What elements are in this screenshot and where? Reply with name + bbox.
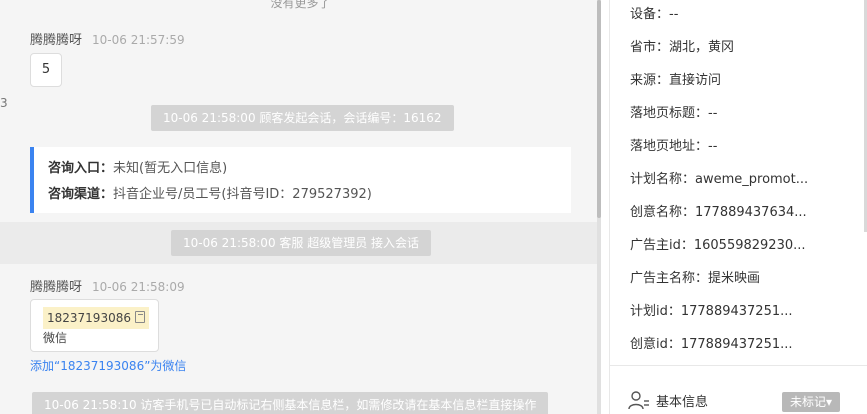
field-creative-id: 创意id：177889437251... (630, 337, 793, 352)
chat-pane[interactable]: 3 没有更多了 腾腾腾呀 10-06 21:57:59 5 10-06 21:58… (0, 0, 601, 414)
system-message: 10-06 21:58:00 客服 超级管理员 接入会话 (171, 230, 432, 256)
basic-info-header[interactable]: 基本信息 (628, 389, 708, 411)
consult-entry-value: 未知(暂无入口信息) (113, 161, 228, 176)
field-plan-id: 计划id：177889437251... (630, 304, 793, 319)
field-creative-name: 创意名称：177889437634... (630, 205, 807, 220)
message-bubble[interactable]: 5 (30, 53, 62, 87)
system-message: 10-06 21:58:00 顾客发起会话，会话编号：16162 (151, 105, 454, 131)
field-landing-url: 落地页地址：-- (630, 139, 718, 154)
consult-channel-row: 咨询渠道：抖音企业号/员工号(抖音号ID：279527392) (48, 182, 557, 208)
message-text: 5 (41, 62, 51, 77)
message-sender: 腾腾腾呀 10-06 21:58:09 (30, 276, 185, 295)
field-plan-name: 计划名称：aweme_promot... (630, 172, 809, 187)
copy-icon[interactable] (134, 311, 145, 323)
sender-name: 腾腾腾呀 (30, 280, 83, 295)
field-advertiser-id: 广告主id：160559829230... (630, 238, 806, 253)
sender-name: 腾腾腾呀 (30, 33, 83, 48)
phone-number[interactable]: 18237193086 (43, 307, 149, 329)
info-panel: 设备：-- 省市：湖北，黄冈 来源：直接访问 落地页标题：-- 落地页地址：--… (609, 0, 867, 414)
message-sender: 腾腾腾呀 10-06 21:57:59 (30, 29, 185, 48)
chat-scrollbar-thumb[interactable] (597, 0, 601, 218)
message-bubble[interactable]: 18237193086 微信 (30, 299, 159, 352)
system-message: 10-06 21:58:10 访客手机号已自动标记右侧基本信息栏，如需修改请在基… (32, 392, 549, 414)
add-wechat-link[interactable]: 添加“18237193086”为微信 (30, 357, 186, 374)
left-cut-text: 3 (0, 96, 8, 110)
message-subtext: 微信 (43, 331, 68, 345)
field-landing-title: 落地页标题：-- (630, 106, 718, 121)
consult-entry-row: 咨询入口：未知(暂无入口信息) (48, 156, 557, 182)
user-icon (628, 391, 649, 410)
basic-info-label: 基本信息 (656, 394, 709, 410)
tag-dropdown-button[interactable]: 未标记▾ (782, 392, 840, 412)
info-divider (609, 365, 867, 366)
field-advertiser-name: 广告主名称：提米映画 (630, 271, 761, 286)
message-time: 10-06 21:58:09 (92, 280, 185, 294)
consult-channel-value: 抖音企业号/员工号(抖音号ID：279527392) (113, 187, 372, 202)
consult-channel-label: 咨询渠道： (48, 187, 114, 202)
consult-info-card: 咨询入口：未知(暂无入口信息) 咨询渠道：抖音企业号/员工号(抖音号ID：279… (30, 147, 571, 213)
message-time: 10-06 21:57:59 (92, 33, 185, 47)
field-device: 设备：-- (630, 7, 679, 22)
field-province: 省市：湖北，黄冈 (630, 40, 735, 55)
no-more-text: 没有更多了 (270, 0, 331, 10)
field-source: 来源：直接访问 (630, 73, 722, 88)
consult-entry-label: 咨询入口： (48, 161, 114, 176)
